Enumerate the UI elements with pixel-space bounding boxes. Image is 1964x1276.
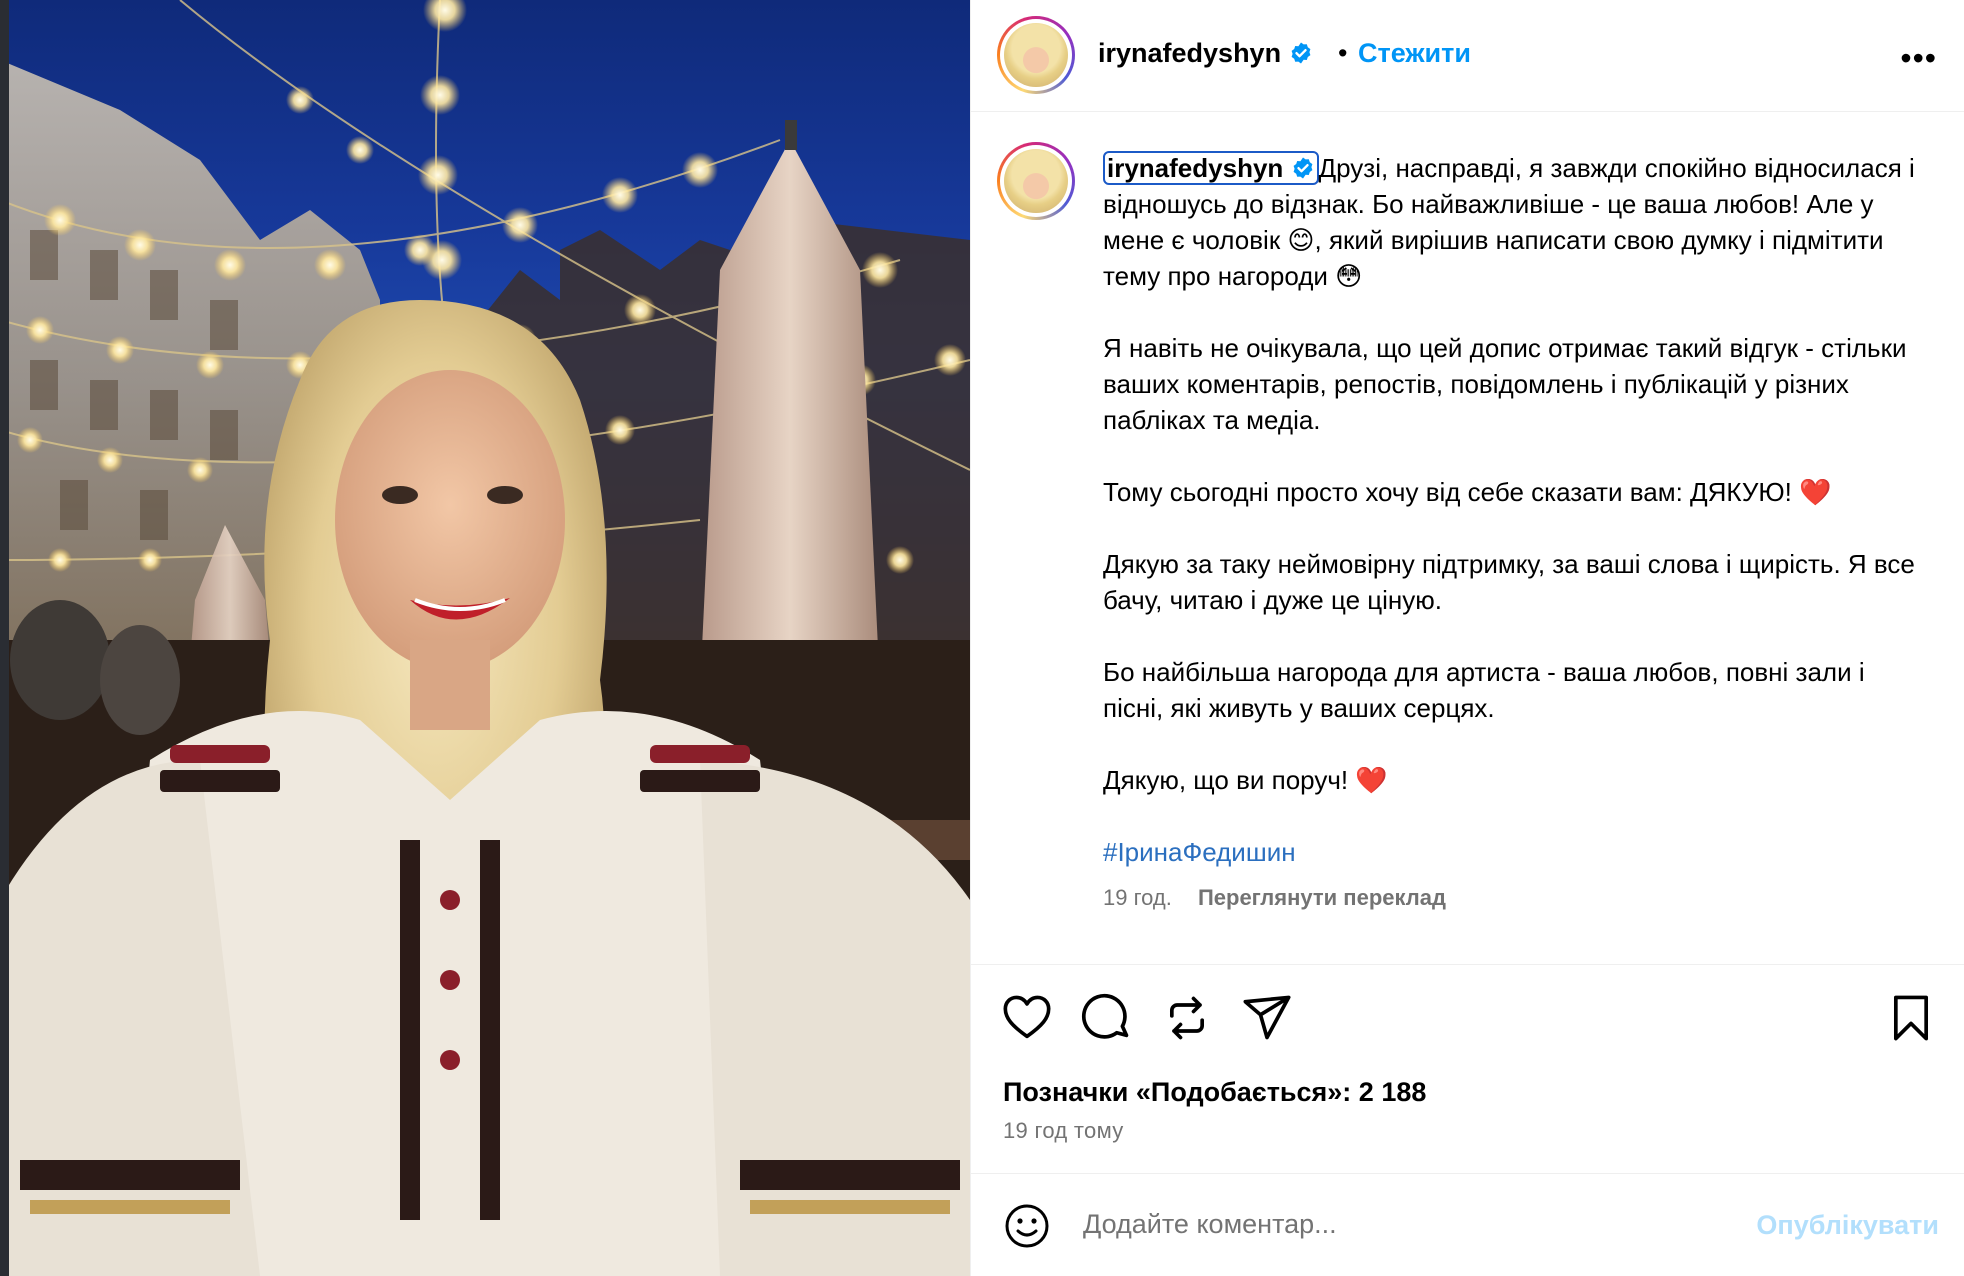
hashtag-link[interactable]: #ІринаФедишин — [1103, 834, 1929, 870]
post-header: irynafedyshyn • Стежити ••• — [971, 0, 1964, 112]
caption-avatar[interactable] — [997, 142, 1075, 220]
emoji-icon[interactable] — [1003, 1202, 1051, 1250]
header-separator: • — [1338, 38, 1348, 68]
window-edge — [0, 0, 9, 1276]
post-caption: irynafedyshyn Друзі, насправді, я завжди… — [971, 112, 1964, 962]
author-username[interactable]: irynafedyshyn — [1098, 38, 1313, 69]
caption-paragraph-5: Бо найбільша нагорода для артиста - ваша… — [1103, 657, 1865, 723]
bookmark-icon[interactable] — [1885, 992, 1937, 1044]
verified-badge-icon — [1291, 42, 1310, 64]
post-sidebar: irynafedyshyn • Стежити ••• irynafedyshy… — [970, 0, 1964, 1276]
post-photo — [0, 0, 970, 1276]
action-bar — [971, 992, 1964, 1062]
author-avatar[interactable] — [997, 16, 1075, 94]
caption-paragraph-6: Дякую, що ви поруч! ❤️ — [1103, 765, 1388, 795]
see-translation-button[interactable]: Переглянути переклад — [1198, 885, 1446, 910]
author-username-text[interactable]: irynafedyshyn — [1098, 38, 1281, 68]
post-photo-illustration — [0, 0, 970, 1276]
share-icon[interactable] — [1241, 992, 1293, 1044]
caption-paragraph-2: Я навіть не очікувала, що цей допис отри… — [1103, 333, 1907, 435]
caption-verified-icon — [1293, 157, 1312, 179]
caption-paragraph-3: Тому сьогодні просто хочу від себе сказа… — [1103, 477, 1832, 507]
heart-icon[interactable] — [1001, 992, 1053, 1044]
publish-comment-button[interactable]: Опублікувати — [1756, 1210, 1939, 1241]
comment-input[interactable] — [1083, 1198, 1683, 1250]
caption-paragraph-4: Дякую за таку неймовірну підтримку, за в… — [1103, 549, 1915, 615]
caption-meta: 19 год. Переглянути переклад — [1103, 880, 1929, 916]
caption-paragraph-1: irynafedyshyn Друзі, насправді, я завжди… — [1103, 151, 1915, 291]
comment-icon[interactable] — [1081, 992, 1133, 1044]
post-time-ago: 19 год тому — [1003, 1118, 1124, 1143]
more-options-icon[interactable]: ••• — [1900, 40, 1937, 77]
comment-bar: Опублікувати — [971, 1173, 1964, 1276]
divider — [971, 964, 1964, 965]
repost-icon[interactable] — [1161, 992, 1213, 1044]
caption-username[interactable]: irynafedyshyn — [1103, 151, 1319, 185]
caption-time: 19 год. — [1103, 885, 1172, 910]
likes-count[interactable]: Позначки «Подобається»: 2 188 — [1003, 1077, 1426, 1108]
follow-button[interactable]: Стежити — [1358, 38, 1471, 69]
caption-text: irynafedyshyn Друзі, насправді, я завжди… — [1103, 150, 1929, 916]
